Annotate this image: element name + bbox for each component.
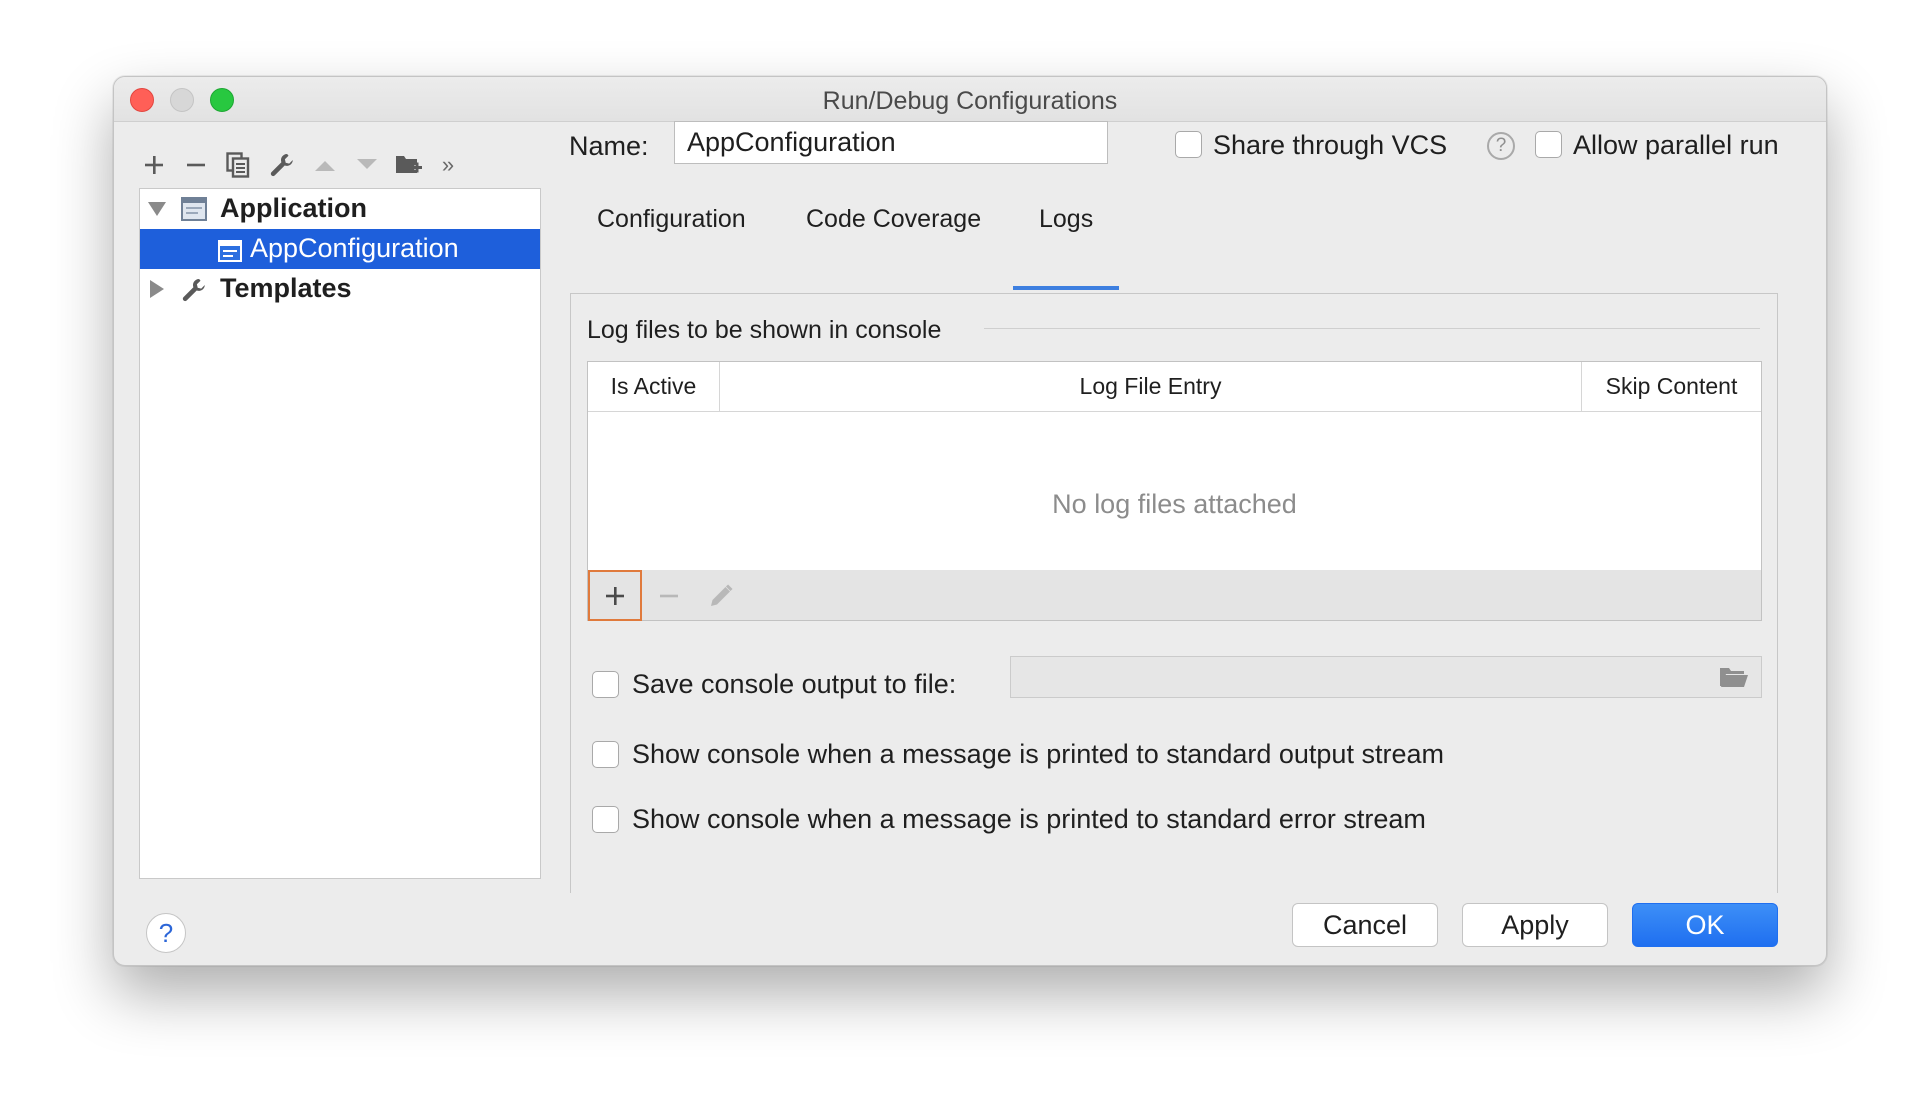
more-icon[interactable]: » bbox=[430, 147, 466, 183]
wrench-icon bbox=[181, 277, 207, 310]
save-output-label: Save console output to file: bbox=[632, 669, 957, 699]
tab-logs[interactable]: Logs bbox=[1039, 205, 1093, 234]
log-files-table[interactable]: Is Active Log File Entry Skip Content No… bbox=[587, 361, 1762, 571]
add-icon[interactable] bbox=[136, 147, 172, 183]
title-bar: Run/Debug Configurations bbox=[114, 77, 1826, 122]
wrench-icon[interactable] bbox=[264, 147, 300, 183]
output-file-path-field[interactable] bbox=[1010, 656, 1762, 698]
configurations-tree: Application AppConfiguration Templates bbox=[139, 188, 541, 879]
share-vcs-label: Share through VCS bbox=[1213, 130, 1448, 160]
help-icon[interactable]: ? bbox=[1487, 132, 1515, 160]
log-files-group-title: Log files to be shown in console bbox=[587, 316, 956, 345]
empty-table-message: No log files attached bbox=[1052, 489, 1297, 519]
tab-code-coverage[interactable]: Code Coverage bbox=[806, 205, 981, 234]
collapse-arrow-icon[interactable] bbox=[150, 280, 164, 298]
tree-label-appconfiguration: AppConfiguration bbox=[250, 233, 459, 263]
apply-button[interactable]: Apply bbox=[1462, 903, 1608, 947]
ok-button[interactable]: OK bbox=[1632, 903, 1778, 947]
new-folder-icon[interactable] bbox=[391, 147, 427, 183]
column-header-log-file-entry[interactable]: Log File Entry bbox=[719, 362, 1581, 412]
config-icon bbox=[218, 238, 242, 269]
add-icon[interactable] bbox=[588, 570, 642, 621]
tab-configuration[interactable]: Configuration bbox=[597, 205, 746, 234]
column-header-is-active[interactable]: Is Active bbox=[588, 362, 719, 412]
folder-icon[interactable] bbox=[1719, 665, 1749, 694]
tree-label-application: Application bbox=[220, 193, 367, 223]
tree-label-templates: Templates bbox=[220, 273, 352, 303]
allow-parallel-checkbox[interactable] bbox=[1535, 131, 1562, 158]
active-tab-indicator bbox=[1013, 286, 1119, 290]
move-down-icon[interactable] bbox=[349, 147, 385, 183]
name-label: Name: bbox=[569, 131, 649, 161]
tree-node-application[interactable]: Application bbox=[140, 189, 540, 229]
help-button[interactable]: ? bbox=[146, 913, 186, 953]
save-output-checkbox[interactable] bbox=[592, 671, 619, 698]
expand-arrow-icon[interactable] bbox=[148, 202, 166, 216]
move-up-icon[interactable] bbox=[307, 147, 343, 183]
cancel-button[interactable]: Cancel bbox=[1292, 903, 1438, 947]
share-vcs-checkbox[interactable] bbox=[1175, 131, 1202, 158]
run-debug-configurations-dialog: Run/Debug Configurations » Application A… bbox=[113, 76, 1827, 966]
show-stderr-label: Show console when a message is printed t… bbox=[632, 804, 1426, 834]
show-stdout-label: Show console when a message is printed t… bbox=[632, 739, 1444, 769]
window-title: Run/Debug Configurations bbox=[822, 87, 1118, 115]
application-icon bbox=[181, 197, 207, 228]
remove-icon[interactable] bbox=[642, 570, 696, 621]
name-input[interactable] bbox=[674, 121, 1108, 164]
tree-node-templates[interactable]: Templates bbox=[140, 269, 540, 309]
remove-icon[interactable] bbox=[178, 147, 214, 183]
tree-node-appconfiguration[interactable]: AppConfiguration bbox=[140, 229, 540, 269]
log-table-toolbar bbox=[587, 570, 1762, 621]
show-stdout-checkbox[interactable] bbox=[592, 741, 619, 768]
column-header-skip-content[interactable]: Skip Content bbox=[1581, 362, 1761, 412]
edit-icon[interactable] bbox=[694, 570, 748, 621]
show-stderr-checkbox[interactable] bbox=[592, 806, 619, 833]
group-separator bbox=[984, 328, 1760, 329]
allow-parallel-label: Allow parallel run bbox=[1573, 130, 1779, 160]
copy-icon[interactable] bbox=[220, 147, 256, 183]
